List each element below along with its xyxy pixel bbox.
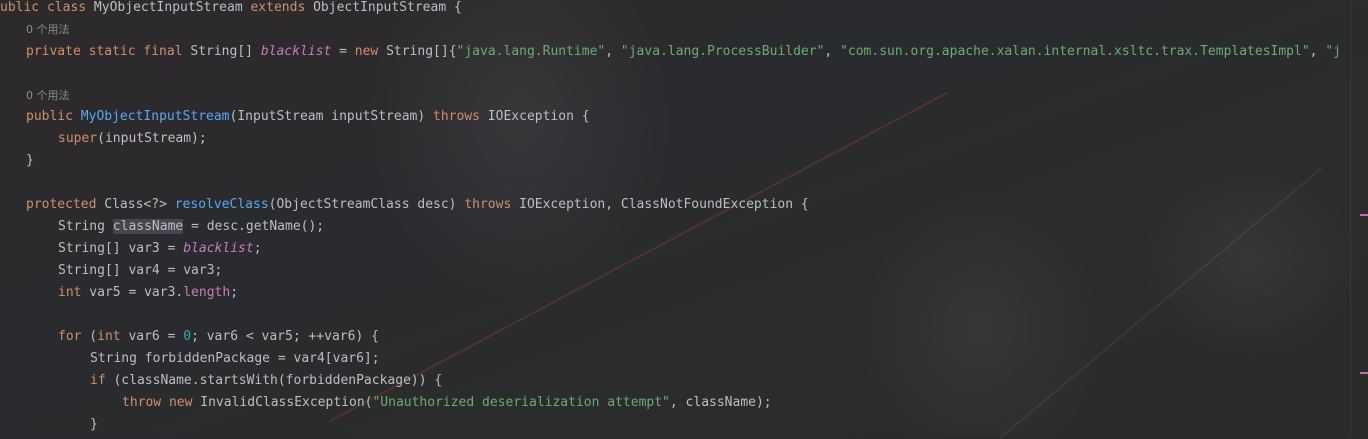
code-line-resolve-class[interactable]: protected Class<?> resolveClass(ObjectSt… bbox=[26, 194, 809, 216]
code-line-var4[interactable]: String[] var4 = var3; bbox=[58, 260, 222, 282]
usage-hint[interactable]: 0 个用法 bbox=[26, 19, 70, 41]
scrollbar-warning-marker[interactable] bbox=[1360, 372, 1368, 374]
code-line-if-starts-with[interactable]: if (className.startsWith(forbiddenPackag… bbox=[90, 370, 442, 392]
code-line-super-call[interactable]: super(inputStream); bbox=[58, 128, 207, 150]
wallpaper-stroke bbox=[999, 167, 1323, 439]
code-line-closing-brace-if[interactable]: } bbox=[90, 414, 98, 436]
code-line-class-name[interactable]: String className = desc.getName(); bbox=[58, 216, 324, 238]
code-line-throw[interactable]: throw new InvalidClassException("Unautho… bbox=[122, 392, 772, 414]
code-line-forbidden-package[interactable]: String forbiddenPackage = var4[var6]; bbox=[90, 348, 380, 370]
code-line-closing-brace[interactable]: } bbox=[26, 150, 34, 172]
code-line-blacklist-field[interactable]: private static final String[] blacklist … bbox=[26, 41, 1341, 63]
usage-hint[interactable]: 0 个用法 bbox=[26, 85, 70, 107]
code-line-var3[interactable]: String[] var3 = blacklist; bbox=[58, 238, 262, 260]
code-line-for-loop[interactable]: for (int var6 = 0; var6 < var5; ++var6) … bbox=[58, 326, 379, 348]
highlighted-identifier: className bbox=[112, 219, 184, 234]
code-line-var5[interactable]: int var5 = var3.length; bbox=[58, 282, 238, 304]
code-line-class-declaration[interactable]: ublic class MyObjectInputStream extends … bbox=[0, 0, 462, 19]
code-line-constructor[interactable]: public MyObjectInputStream(InputStream i… bbox=[26, 106, 590, 128]
right-margin-guide bbox=[1350, 0, 1351, 437]
scrollbar-error-marker[interactable] bbox=[1360, 214, 1368, 216]
